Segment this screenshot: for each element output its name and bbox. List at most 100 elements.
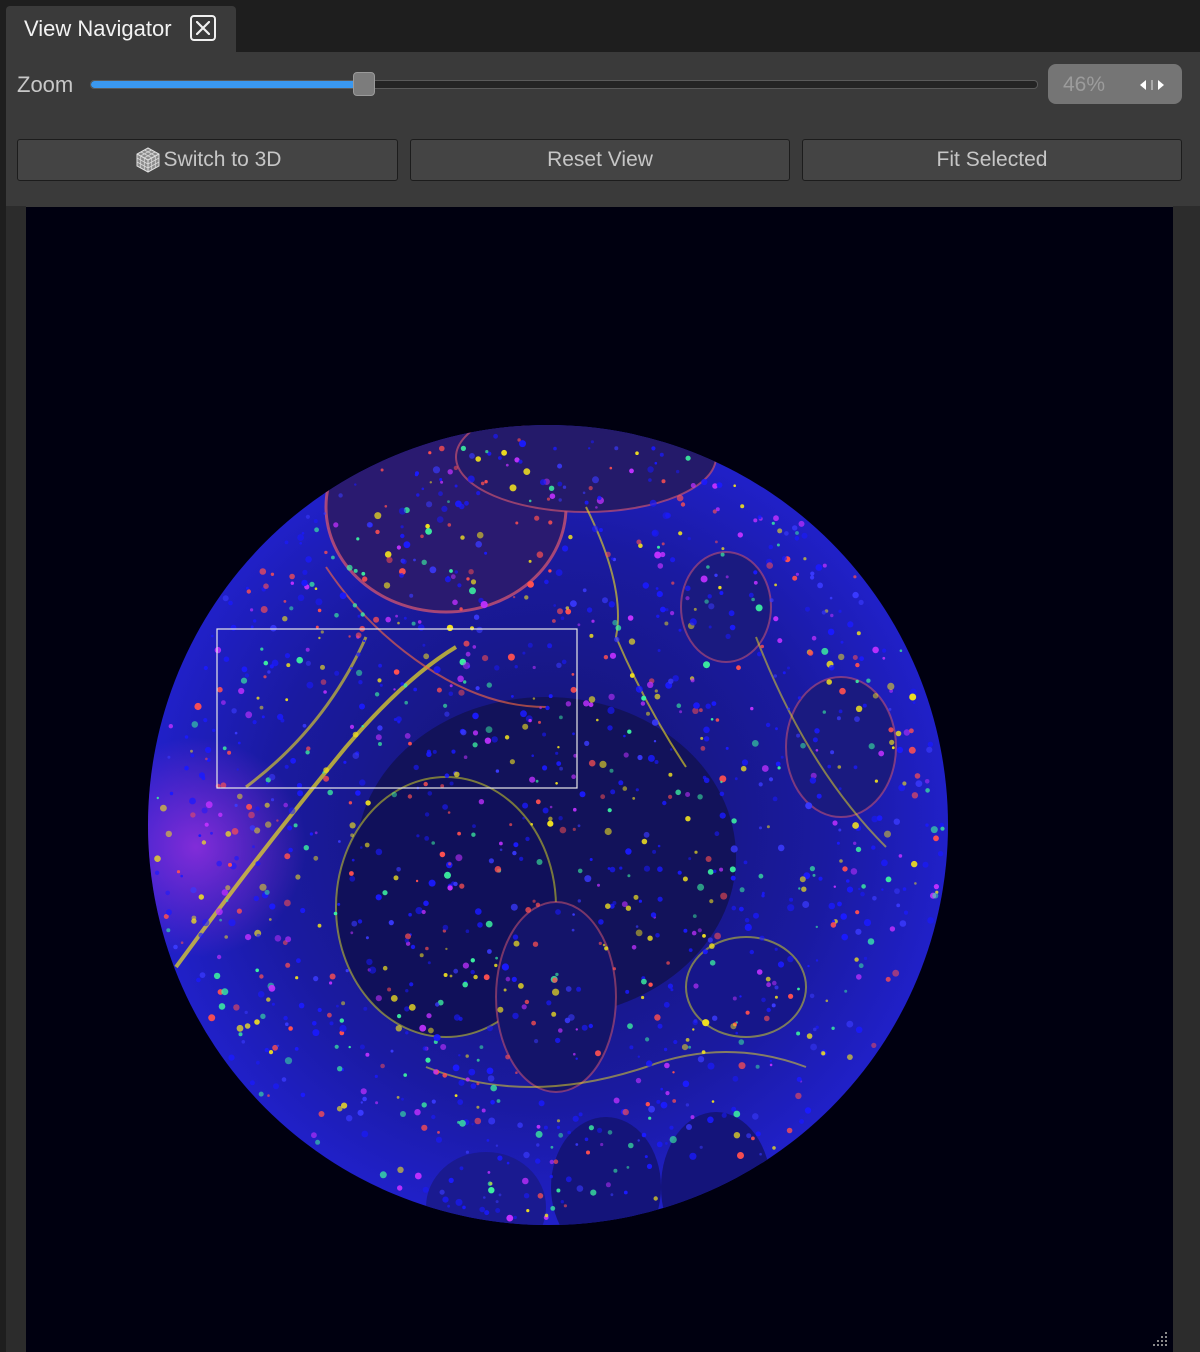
resize-grip-icon[interactable] bbox=[1151, 1330, 1169, 1348]
marker-dot bbox=[413, 687, 418, 692]
marker-dot bbox=[477, 922, 483, 928]
marker-dot bbox=[817, 582, 823, 589]
marker-dot bbox=[327, 1012, 332, 1018]
marker-dot bbox=[522, 1177, 529, 1185]
image-viewport[interactable] bbox=[26, 207, 1173, 1352]
marker-dot bbox=[397, 1014, 402, 1019]
marker-dot bbox=[396, 867, 401, 872]
zoom-spinbox[interactable]: 46% bbox=[1048, 64, 1182, 104]
marker-dot bbox=[267, 1094, 270, 1097]
marker-dot bbox=[670, 611, 675, 616]
zoom-slider[interactable] bbox=[90, 80, 1038, 89]
marker-dot bbox=[784, 531, 789, 536]
marker-dot bbox=[719, 791, 725, 797]
marker-dot bbox=[687, 537, 691, 541]
marker-dot bbox=[476, 626, 483, 634]
marker-dot bbox=[290, 581, 294, 585]
marker-dot bbox=[318, 1111, 325, 1117]
tab-view-navigator[interactable]: View Navigator bbox=[6, 6, 236, 52]
marker-dot bbox=[690, 678, 695, 683]
marker-dot bbox=[306, 681, 314, 689]
marker-dot bbox=[294, 1047, 299, 1051]
marker-dot bbox=[359, 779, 366, 786]
marker-dot bbox=[536, 1124, 541, 1129]
marker-dot bbox=[759, 1152, 762, 1156]
marker-dot bbox=[403, 616, 407, 620]
marker-dot bbox=[442, 804, 448, 810]
marker-dot bbox=[228, 919, 236, 927]
marker-dot bbox=[646, 1163, 653, 1169]
marker-dot bbox=[338, 840, 341, 843]
marker-dot bbox=[656, 1099, 661, 1104]
marker-dot bbox=[259, 705, 264, 710]
fit-selected-button[interactable]: Fit Selected bbox=[802, 139, 1182, 181]
zoom-slider-handle[interactable] bbox=[353, 72, 376, 96]
marker-dot bbox=[600, 1142, 604, 1147]
marker-dot bbox=[728, 610, 735, 617]
marker-dot bbox=[577, 824, 581, 828]
marker-dot bbox=[535, 1158, 541, 1164]
marker-dot bbox=[215, 908, 223, 916]
marker-dot bbox=[445, 947, 448, 951]
marker-dot bbox=[807, 964, 810, 968]
marker-dot bbox=[346, 564, 353, 571]
marker-dot bbox=[612, 901, 617, 905]
marker-dot bbox=[426, 1013, 432, 1019]
marker-dot bbox=[588, 1125, 595, 1131]
marker-dot bbox=[474, 1117, 482, 1125]
marker-dot bbox=[415, 471, 419, 476]
marker-dot bbox=[458, 1079, 465, 1086]
marker-dot bbox=[210, 831, 213, 835]
close-icon[interactable] bbox=[190, 15, 216, 41]
marker-dot bbox=[787, 904, 795, 912]
marker-dot bbox=[485, 726, 493, 733]
marker-dot bbox=[165, 830, 172, 838]
marker-dot bbox=[612, 619, 618, 626]
marker-dot bbox=[648, 478, 652, 482]
marker-dot bbox=[463, 640, 470, 647]
marker-dot bbox=[234, 731, 238, 735]
marker-dot bbox=[236, 768, 239, 771]
reset-view-button[interactable]: Reset View bbox=[410, 139, 790, 181]
marker-dot bbox=[397, 1185, 403, 1191]
marker-dot bbox=[512, 850, 517, 856]
marker-dot bbox=[627, 729, 632, 734]
marker-dot bbox=[758, 782, 763, 787]
marker-dot bbox=[604, 827, 612, 836]
marker-dot bbox=[213, 972, 221, 980]
tissue-core-image[interactable] bbox=[26, 207, 1173, 1352]
marker-dot bbox=[852, 655, 858, 660]
marker-dot bbox=[555, 909, 561, 915]
marker-dot bbox=[256, 1060, 260, 1065]
switch-to-3d-button[interactable]: Switch to 3D bbox=[17, 139, 398, 181]
marker-dot bbox=[937, 851, 944, 857]
marker-dot bbox=[467, 475, 475, 483]
marker-dot bbox=[348, 1045, 351, 1049]
marker-dot bbox=[225, 831, 232, 837]
spin-arrows-icon[interactable] bbox=[1134, 77, 1170, 93]
marker-dot bbox=[355, 790, 361, 796]
marker-dot bbox=[557, 608, 563, 615]
marker-dot bbox=[618, 780, 624, 786]
marker-dot bbox=[476, 1058, 480, 1062]
marker-dot bbox=[774, 947, 778, 951]
marker-dot bbox=[361, 1130, 369, 1138]
marker-dot bbox=[165, 909, 172, 916]
marker-dot bbox=[463, 680, 467, 684]
marker-dot bbox=[523, 1151, 530, 1159]
zoom-value: 46% bbox=[1063, 73, 1106, 96]
marker-dot bbox=[285, 1022, 289, 1026]
marker-dot bbox=[692, 1019, 698, 1026]
marker-dot bbox=[419, 953, 424, 958]
marker-dot bbox=[912, 701, 916, 704]
marker-dot bbox=[757, 651, 762, 657]
marker-dot bbox=[331, 555, 335, 560]
marker-dot bbox=[892, 969, 900, 977]
marker-dot bbox=[270, 572, 275, 576]
marker-dot bbox=[801, 886, 807, 892]
marker-dot bbox=[405, 933, 411, 940]
marker-dot bbox=[703, 736, 710, 742]
marker-dot bbox=[385, 616, 392, 623]
marker-dot bbox=[810, 575, 815, 580]
marker-dot bbox=[449, 781, 454, 786]
